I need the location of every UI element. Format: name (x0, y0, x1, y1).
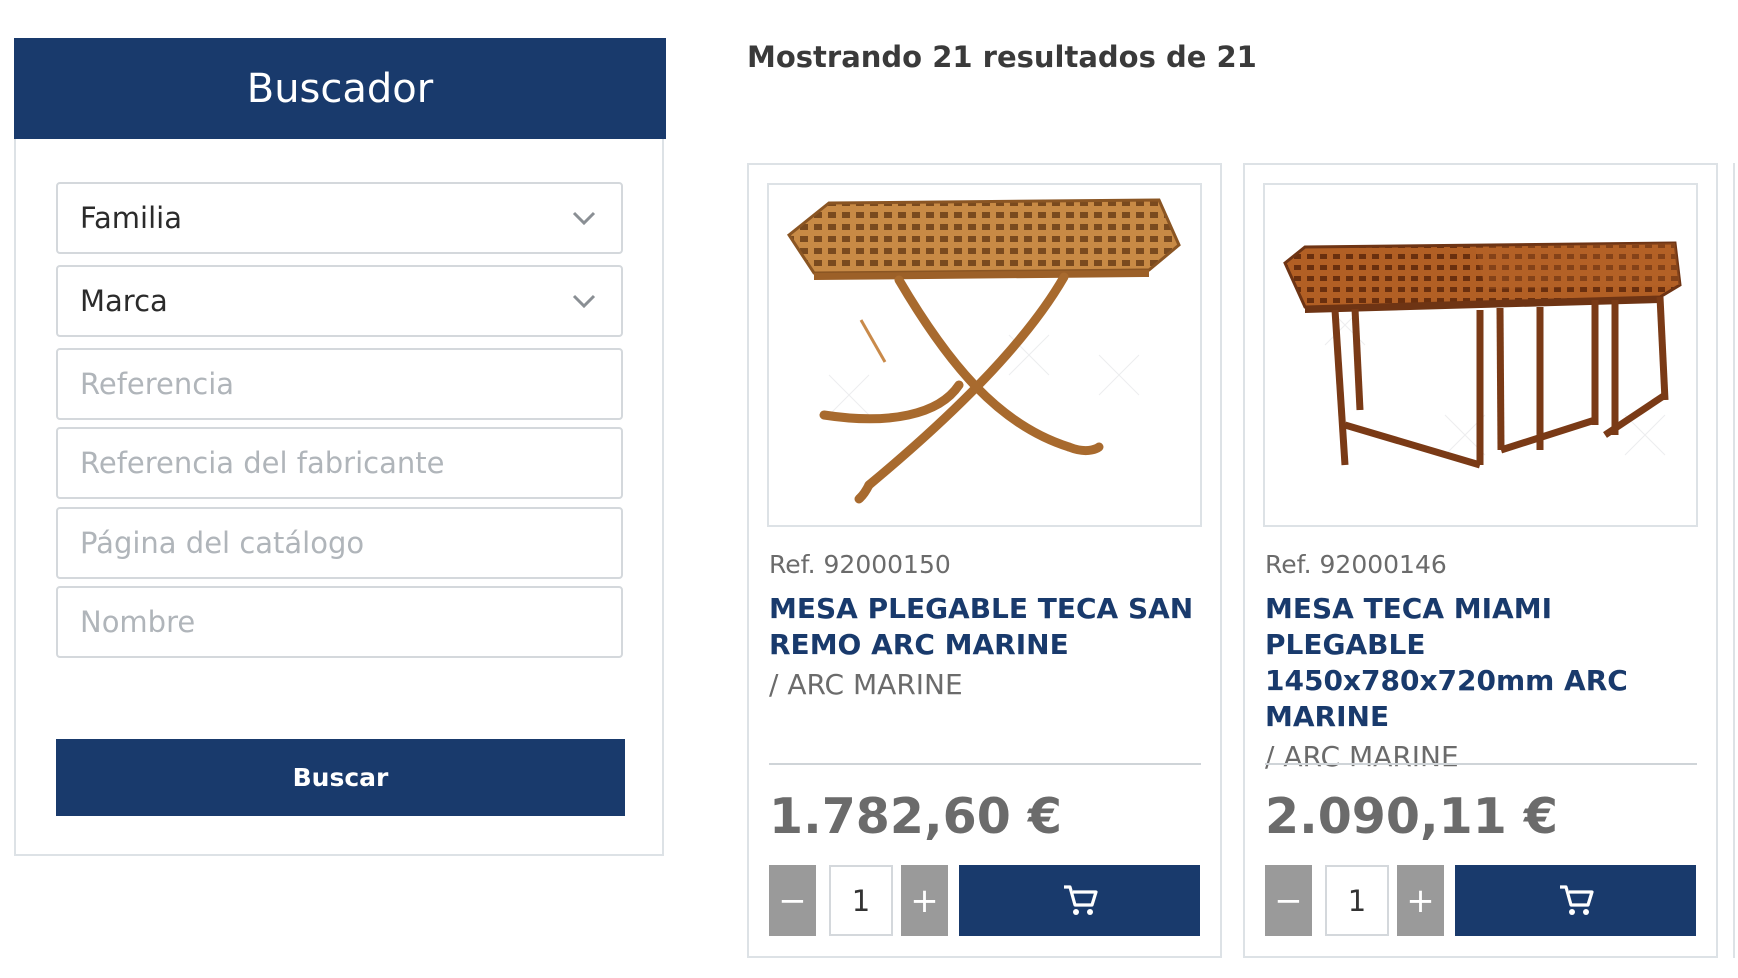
product-image[interactable] (767, 183, 1202, 527)
product-price: 1.782,60 € (769, 788, 1062, 845)
add-to-cart-button[interactable] (959, 865, 1200, 936)
manufacturer-reference-field[interactable] (56, 427, 623, 499)
name-field[interactable] (56, 586, 623, 658)
product-title-text[interactable]: MESA PLEGABLE TECA SAN REMO ARC MARINE (769, 592, 1193, 661)
reference-field[interactable] (56, 348, 623, 420)
next-product-card-edge (1733, 163, 1738, 958)
catalog-page-input[interactable] (80, 526, 599, 560)
family-select[interactable]: Familia (56, 182, 623, 254)
chevron-down-icon (569, 203, 599, 233)
name-input[interactable] (80, 605, 599, 639)
miami-teak-table-image (1283, 241, 1682, 469)
search-panel: Buscador Familia Marca Buscar (14, 38, 666, 856)
brand-select[interactable]: Marca (56, 265, 623, 337)
product-title[interactable]: MESA PLEGABLE TECA SAN REMO ARC MARINE /… (769, 591, 1209, 703)
card-divider (769, 763, 1201, 765)
quantity-increase-button[interactable]: + (1397, 865, 1444, 936)
product-brand: / ARC MARINE (769, 668, 963, 701)
catalog-page-field[interactable] (56, 507, 623, 579)
product-reference: Ref. 92000150 (769, 550, 951, 579)
add-to-cart-button[interactable] (1455, 865, 1696, 936)
results-count: Mostrando 21 resultados de 21 (747, 40, 1257, 74)
product-brand: / ARC MARINE (1265, 740, 1459, 773)
product-card: Ref. 92000150 MESA PLEGABLE TECA SAN REM… (747, 163, 1222, 958)
quantity-input[interactable] (829, 865, 893, 936)
quantity-increase-button[interactable]: + (901, 865, 948, 936)
product-image[interactable] (1263, 183, 1698, 527)
product-title-text[interactable]: MESA TECA MIAMI PLEGABLE 1450x780x720mm … (1265, 592, 1628, 733)
chevron-down-icon (569, 286, 599, 316)
cart-icon (1559, 884, 1594, 915)
search-button[interactable]: Buscar (56, 739, 625, 816)
quantity-decrease-button[interactable]: − (1265, 865, 1312, 936)
brand-select-label: Marca (80, 284, 168, 318)
product-card: Ref. 92000146 MESA TECA MIAMI PLEGABLE 1… (1243, 163, 1718, 958)
cart-icon (1063, 884, 1098, 915)
product-title[interactable]: MESA TECA MIAMI PLEGABLE 1450x780x720mm … (1265, 591, 1705, 775)
folding-teak-table-image (786, 198, 1181, 504)
reference-input[interactable] (80, 367, 599, 401)
quantity-decrease-button[interactable]: − (769, 865, 816, 936)
product-price: 2.090,11 € (1265, 788, 1558, 845)
card-divider (1265, 763, 1697, 765)
search-panel-title: Buscador (14, 38, 666, 139)
product-reference: Ref. 92000146 (1265, 550, 1447, 579)
quantity-input[interactable] (1325, 865, 1389, 936)
family-select-label: Familia (80, 201, 182, 235)
manufacturer-reference-input[interactable] (80, 446, 599, 480)
